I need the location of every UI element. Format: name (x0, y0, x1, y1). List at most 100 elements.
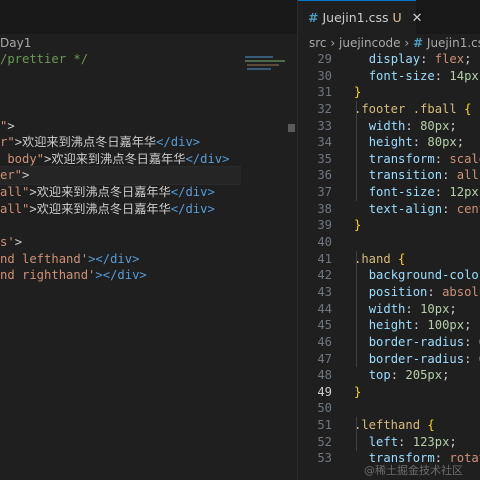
code-line: all">欢迎来到沸点冬日嘉年华</div> (0, 184, 241, 201)
css-selector: .lefthand (354, 418, 428, 433)
attr-value: body" (0, 151, 45, 166)
line-number: 45 (317, 318, 332, 333)
css-value: scale( (449, 151, 480, 166)
code-line: text-align: cente (354, 201, 480, 218)
code-line: /prettier */ (0, 51, 241, 68)
punctuation: ; (449, 301, 457, 316)
css-number: 205px (405, 368, 443, 383)
left-scrollbar[interactable] (285, 34, 297, 480)
code-line: er"> (0, 166, 241, 186)
css-value: absolut (442, 284, 480, 299)
right-editor-pane: # Juejin1.css U ✕ src › juejincode › # Juej… (297, 0, 480, 480)
code-line: top: 205px; (354, 367, 480, 384)
indent-guide (356, 417, 357, 451)
css-property: border-radius (368, 351, 465, 366)
right-tab-bar: # Juejin1.css U ✕ (298, 0, 480, 35)
line-number: 43 (317, 284, 332, 299)
tab-juejin1-css[interactable]: # Juejin1.css U ✕ (298, 0, 423, 35)
code-line: border-radius: 6p (354, 351, 480, 368)
punctuation: : (464, 334, 479, 349)
line-number: 40 (317, 235, 332, 250)
minimap-line (245, 56, 273, 58)
css-property: left (368, 434, 399, 449)
line-number: 41 (317, 251, 332, 266)
left-breadcrumb[interactable]: Day1 (0, 34, 241, 52)
css-property: font-size (368, 185, 435, 200)
css-property: background-color (368, 268, 480, 283)
punctuation: : (434, 68, 450, 83)
element-text: 欢迎来到沸点冬日嘉年华 (51, 151, 186, 166)
closing-tag: </div> (156, 135, 201, 150)
chevron-right-icon: › (404, 36, 410, 50)
left-editor-pane: Day1 /prettier */"> r">欢迎来到沸点冬日嘉年华</div> … (0, 0, 241, 480)
css-number: 10px (420, 301, 450, 316)
attr-value: nd lefthand' (0, 251, 89, 266)
closing-tag: </div> (170, 201, 215, 216)
css-number: 14px (449, 68, 479, 83)
line-number: 53 (317, 451, 332, 466)
css-number: 100px (427, 318, 465, 333)
css-property: font-size (368, 68, 435, 83)
punctuation: : (427, 284, 443, 299)
attr-value: er" (0, 168, 23, 183)
tag-punctuation: > (29, 185, 37, 200)
breadcrumb-file[interactable]: Juejin1.css (427, 36, 480, 50)
punctuation: : (398, 434, 413, 449)
line-number: 36 (317, 168, 332, 183)
css-file-icon: # (413, 36, 424, 50)
line-number: 35 (317, 151, 332, 166)
punctuation: : (412, 135, 428, 150)
punctuation: ; (449, 118, 457, 133)
code-line: .lefthand { (354, 417, 480, 434)
code-line: s'> (0, 234, 241, 251)
attr-value: r" (0, 135, 15, 150)
line-number: 52 (317, 434, 332, 449)
css-property: width (368, 118, 406, 133)
right-breadcrumb[interactable]: src › juejincode › # Juejin1.css › (298, 34, 480, 52)
css-number: 123px (412, 434, 450, 449)
attr-value: all" (0, 185, 30, 200)
chevron-right-icon: › (330, 36, 336, 50)
line-number: 47 (317, 351, 332, 366)
line-number: 33 (317, 118, 332, 133)
css-number: 80px (427, 135, 457, 150)
line-number: 31 (317, 85, 332, 100)
css-number: 12px (449, 185, 479, 200)
code-line: } (354, 217, 480, 234)
punctuation: ; (464, 318, 472, 333)
css-file-icon: # (308, 10, 319, 25)
code-line: left: 123px; (354, 434, 480, 451)
css-property: position (368, 284, 428, 299)
code-line: all">欢迎来到沸点冬日嘉年华</div> (0, 201, 241, 218)
breadcrumb-src[interactable]: src (309, 36, 327, 50)
css-value: cente (456, 201, 480, 216)
attr-value: nd righthand' (0, 268, 96, 283)
punctuation: : (434, 185, 450, 200)
punctuation: : (390, 368, 406, 383)
minimap-line (245, 60, 285, 62)
css-property: transform (368, 151, 435, 166)
code-line: display: flex; (354, 51, 480, 68)
brace: { (427, 418, 435, 433)
indent-guide (356, 100, 357, 201)
punctuation: ; (464, 52, 472, 66)
close-icon[interactable]: ✕ (412, 11, 423, 26)
left-breadcrumb-day[interactable]: Day1 (0, 36, 31, 50)
comment-text: /prettier */ (0, 52, 89, 66)
breadcrumb-juejincode[interactable]: juejincode (339, 36, 401, 50)
code-line: transform: scale( (354, 151, 480, 168)
left-code-area[interactable]: /prettier */"> r">欢迎来到沸点冬日嘉年华</div> body"… (0, 51, 241, 284)
css-code-area[interactable]: display: flex; font-size: 14px;}.footer … (354, 51, 480, 467)
code-line: border-radius: 6p (354, 334, 480, 351)
attr-value: all" (0, 201, 30, 216)
left-scrollbar-thumb[interactable] (288, 124, 295, 132)
css-property: transition (368, 168, 443, 183)
punctuation: : (405, 301, 421, 316)
element-text: 欢迎来到沸点冬日嘉年华 (36, 201, 171, 216)
punctuation: : (442, 168, 457, 183)
line-number: 39 (317, 218, 332, 233)
tag-punctuation: > (7, 118, 15, 133)
css-property: display (368, 52, 421, 66)
punctuation: ; (456, 135, 465, 150)
